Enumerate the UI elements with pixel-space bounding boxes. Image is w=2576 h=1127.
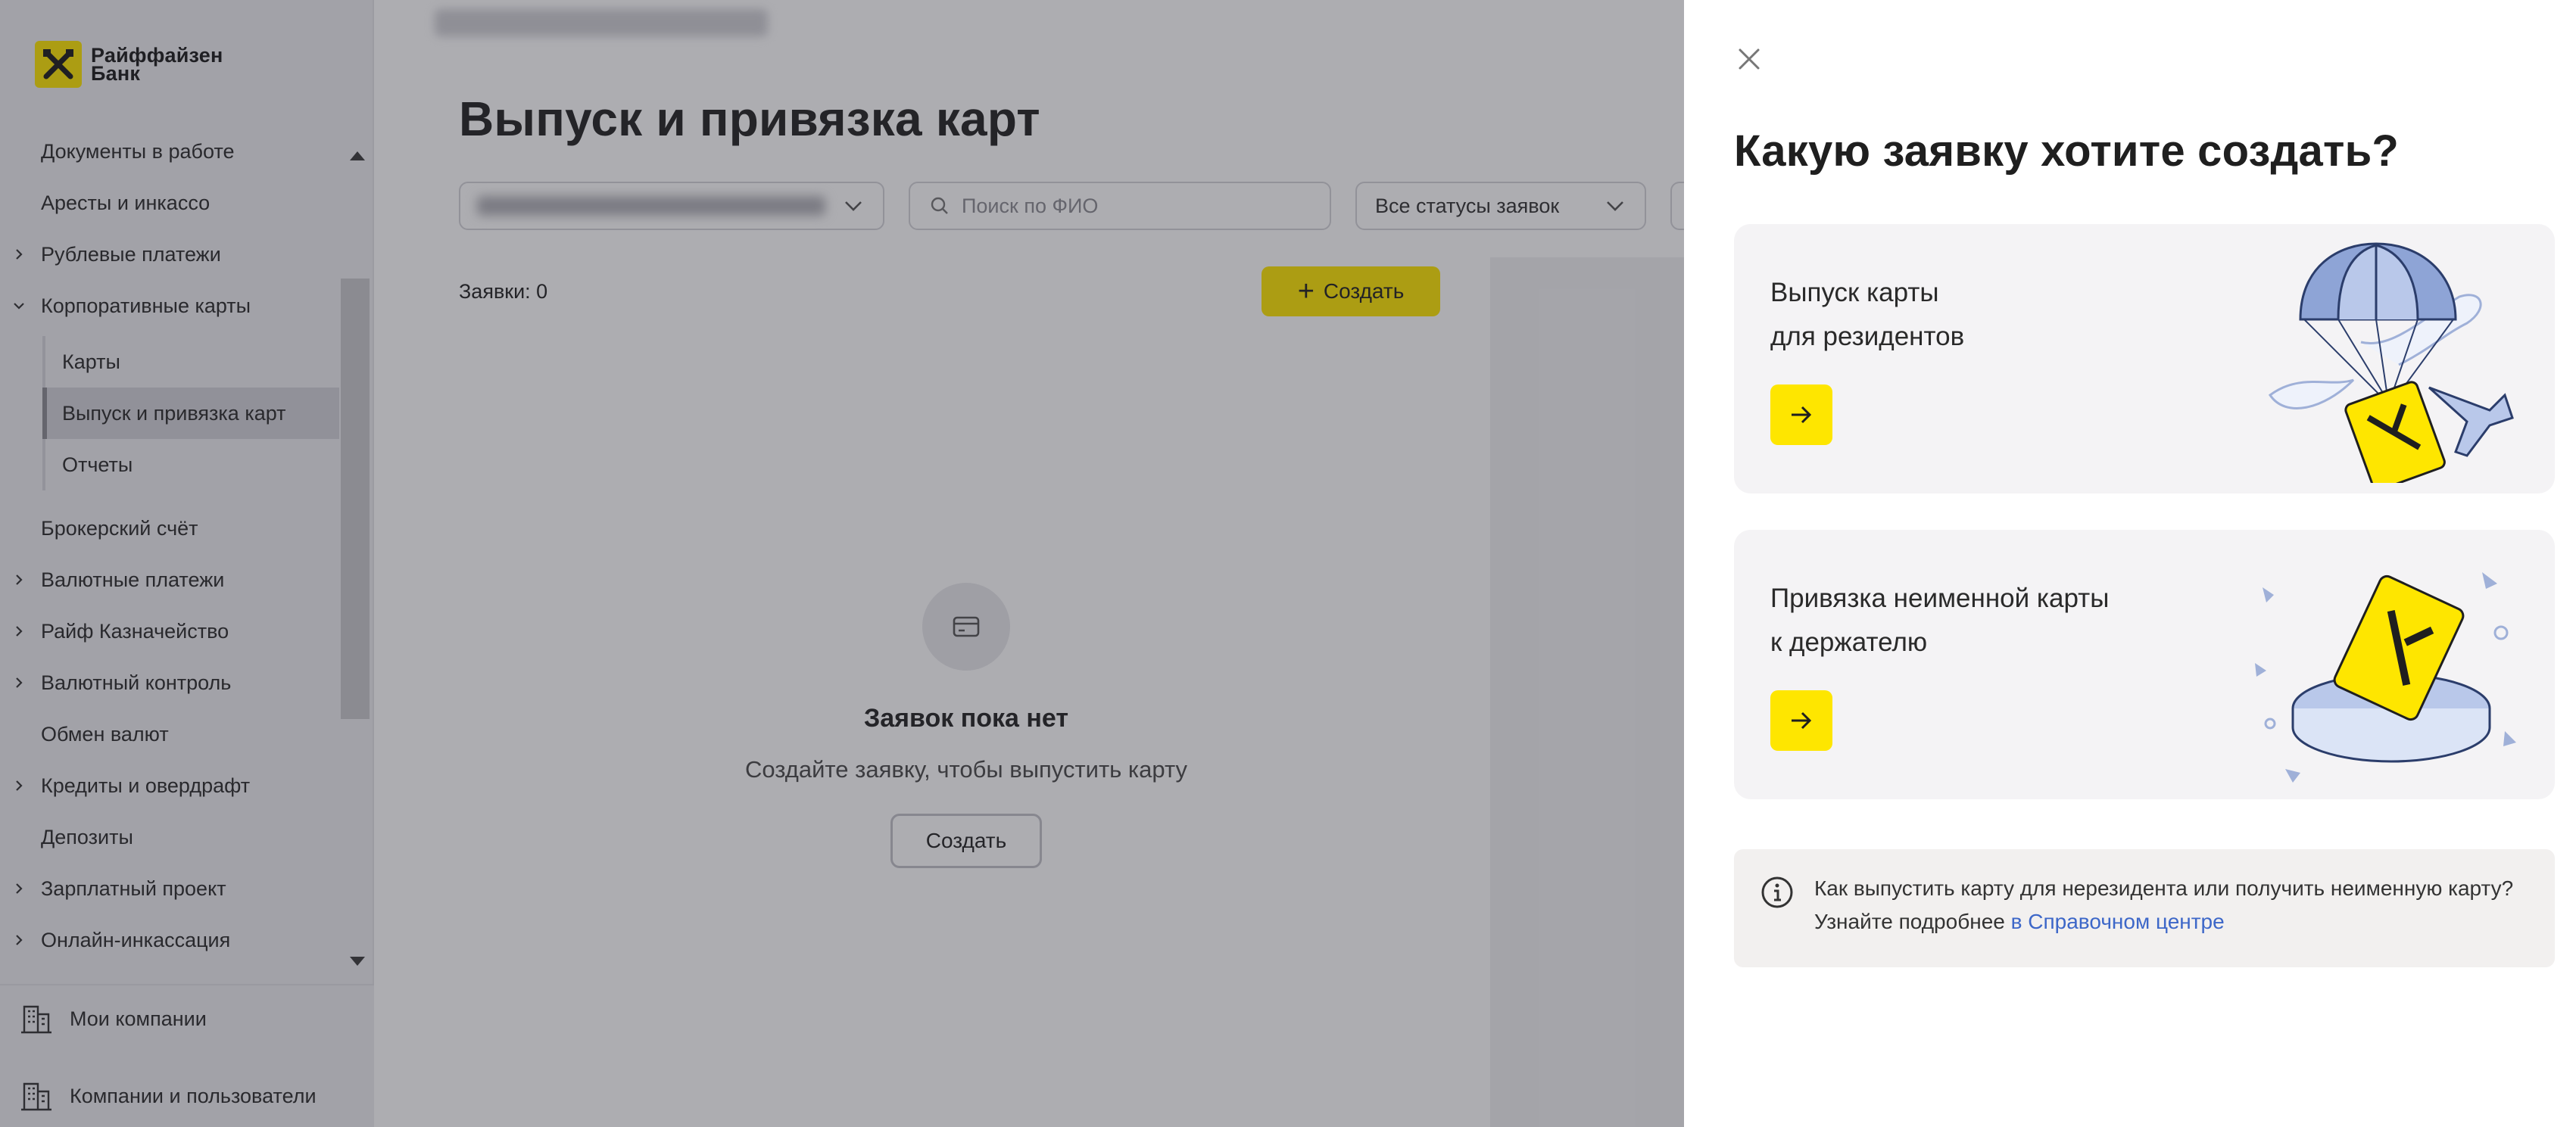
my-companies-label: Мои компании <box>70 1007 207 1030</box>
sidebar-subitem-issue-cards[interactable]: Выпуск и привязка карт <box>42 388 339 439</box>
details-panel <box>1490 257 1684 1127</box>
info-icon <box>1761 876 1793 908</box>
search-placeholder: Поиск по ФИО <box>962 194 1099 217</box>
status-select[interactable]: Все статусы заявок <box>1355 182 1646 230</box>
companies-users-label: Компании и пользователи <box>70 1084 317 1107</box>
chevron-right-icon <box>16 626 23 637</box>
requests-count: Заявки: 0 <box>459 280 548 303</box>
sidebar-item-online-collection[interactable]: Онлайн-инкассация <box>0 914 339 966</box>
scroll-down-arrow-icon[interactable] <box>350 957 365 966</box>
empty-state-subtitle: Создайте заявку, чтобы выпустить карту <box>744 756 1188 783</box>
breadcrumb-blurred[interactable] <box>435 9 768 36</box>
parachute-card-illustration <box>2268 242 2514 483</box>
sidebar-item-credits[interactable]: Кредиты и овердрафт <box>0 760 339 811</box>
sidebar-item-label: Брокерский счёт <box>41 516 198 540</box>
main-content: Выпуск и привязка карт Поиск по ФИО Все … <box>374 0 1701 1127</box>
option-title: Привязка неименной карты к держателю <box>1770 584 2110 657</box>
option-title: Выпуск карты для резидентов <box>1770 278 1965 351</box>
sidebar-item-ruble-payments[interactable]: Рублевые платежи <box>0 229 339 280</box>
sidebar-item-label: Райф Казначейство <box>41 619 229 643</box>
sidebar-item-label: Рублевые платежи <box>41 242 221 266</box>
sidebar-item-currency-exchange[interactable]: Обмен валют <box>0 708 339 760</box>
chevron-right-icon <box>16 883 23 894</box>
chevron-right-icon <box>16 249 23 260</box>
sidebar-item-brokerage[interactable]: Брокерский счёт <box>0 503 339 554</box>
plus-icon: + <box>1297 276 1315 307</box>
my-companies-link[interactable]: Мои компании <box>20 1002 207 1035</box>
chevron-right-icon <box>16 677 23 688</box>
sidebar-item-documents[interactable]: Документы в работе <box>0 126 339 177</box>
sidebar-item-label: Депозиты <box>41 825 133 848</box>
sidebar-item-label: Валютные платежи <box>41 568 225 591</box>
arrow-right-icon <box>1792 711 1812 730</box>
corporate-cards-submenu: Карты Выпуск и привязка карт Отчеты <box>42 336 339 490</box>
arrow-right-button[interactable] <box>1770 384 1832 445</box>
chevron-down-icon <box>1607 201 1623 211</box>
sidebar-item-label: Аресты и инкассо <box>41 191 211 214</box>
sidebar-item-corporate-cards[interactable]: Корпоративные карты <box>0 280 339 332</box>
page-title: Выпуск и привязка карт <box>459 92 1040 146</box>
sidebar-footer: Мои компании Компании и пользователи <box>0 984 374 1127</box>
chevron-right-icon <box>16 935 23 945</box>
info-text: Как выпустить карту для нерезидента или … <box>1814 872 2526 939</box>
bank-logo[interactable]: Райффайзен Банк <box>35 41 223 88</box>
card-icon <box>922 583 1010 671</box>
building-icon <box>21 1005 51 1034</box>
company-name-blurred <box>477 196 825 216</box>
card-on-pedestal-illustration <box>2255 572 2516 783</box>
sidebar-item-arrests[interactable]: Аресты и инкассо <box>0 177 339 229</box>
create-request-drawer: Какую заявку хотите создать? Выпуск карт… <box>1684 0 2576 1127</box>
sidebar-item-fx-payments[interactable]: Валютные платежи <box>0 554 339 606</box>
info-banner: Как выпустить карту для нерезидента или … <box>1734 849 2555 967</box>
empty-create-button[interactable]: Создать <box>890 814 1042 868</box>
resident-card-option[interactable]: Выпуск карты для резидентов <box>1734 224 2555 493</box>
create-button[interactable]: + Создать <box>1261 266 1440 316</box>
sidebar-item-label: Кредиты и овердрафт <box>41 774 251 797</box>
chevron-right-icon <box>16 574 23 585</box>
empty-state-title: Заявок пока нет <box>863 704 1069 733</box>
sidebar-item-deposits[interactable]: Депозиты <box>0 811 339 863</box>
chevron-down-icon <box>845 201 862 211</box>
search-input[interactable]: Поиск по ФИО <box>909 182 1331 230</box>
company-select[interactable] <box>459 182 884 230</box>
drawer-title: Какую заявку хотите создать? <box>1734 126 2400 176</box>
sidebar-item-label: Корпоративные карты <box>41 294 251 317</box>
sidebar: Райффайзен Банк Документы в работе Арест… <box>0 0 374 1127</box>
sidebar-scrollbar[interactable] <box>341 133 371 981</box>
chevron-right-icon <box>16 780 23 791</box>
scrollbar-thumb[interactable] <box>341 279 370 719</box>
help-center-link[interactable]: в Справочном центре <box>2011 910 2225 933</box>
sidebar-subitem-reports[interactable]: Отчеты <box>42 439 339 490</box>
sidebar-item-label: Карты <box>62 350 120 373</box>
search-icon <box>931 197 948 214</box>
close-icon[interactable] <box>1734 44 1764 74</box>
scroll-up-arrow-icon[interactable] <box>350 151 365 160</box>
create-button-label: Создать <box>1323 279 1405 303</box>
sidebar-item-label: Обмен валют <box>41 722 169 746</box>
sidebar-item-treasury[interactable]: Райф Казначейство <box>0 606 339 657</box>
sidebar-nav: Документы в работе Аресты и инкассо Рубл… <box>0 126 339 981</box>
sidebar-item-label: Выпуск и привязка карт <box>62 401 286 425</box>
unnamed-card-option[interactable]: Привязка неименной карты к держателю <box>1734 530 2555 799</box>
sidebar-item-label: Зарплатный проект <box>41 876 226 900</box>
sidebar-item-label: Документы в работе <box>41 139 235 163</box>
sidebar-item-currency-control[interactable]: Валютный контроль <box>0 657 339 708</box>
companies-users-link[interactable]: Компании и пользователи <box>20 1079 317 1113</box>
sidebar-item-label: Онлайн-инкассация <box>41 928 231 951</box>
sidebar-item-label: Валютный контроль <box>41 671 232 694</box>
sidebar-item-salary-project[interactable]: Зарплатный проект <box>0 863 339 914</box>
empty-state: Заявок пока нет Создайте заявку, чтобы в… <box>459 583 1474 868</box>
logo-text: Райффайзен Банк <box>91 44 223 85</box>
arrow-right-icon <box>1792 406 1812 424</box>
sidebar-item-label: Отчеты <box>62 453 133 476</box>
raiffeisen-logo-icon <box>35 41 82 88</box>
building-icon <box>21 1082 51 1111</box>
arrow-right-button[interactable] <box>1770 690 1832 751</box>
chevron-down-icon <box>14 303 24 310</box>
sidebar-subitem-cards[interactable]: Карты <box>42 336 339 388</box>
status-select-value: Все статусы заявок <box>1375 194 1560 217</box>
